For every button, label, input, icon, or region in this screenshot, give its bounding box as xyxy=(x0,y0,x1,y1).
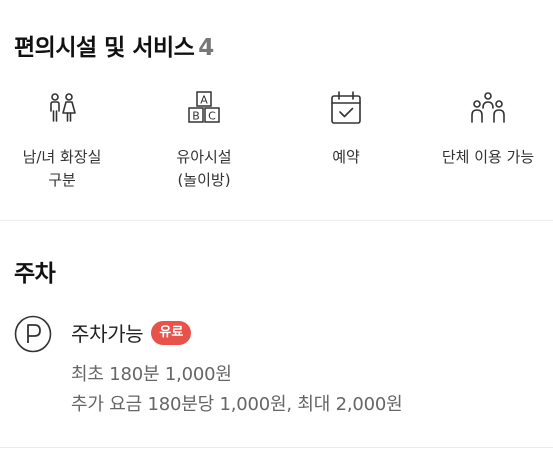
facilities-count: 4 xyxy=(198,35,214,61)
parking-fee-line: 최초 180분 1,000원 xyxy=(71,364,232,385)
facility-item-kids: A B C 유아시설 (놀이방) xyxy=(139,90,269,192)
facility-item-reservation: 예약 xyxy=(281,90,411,169)
svg-text:C: C xyxy=(208,110,216,123)
parking-status-row: 주차가능 유료 xyxy=(71,318,192,347)
parking-status: 주차가능 xyxy=(71,322,144,346)
calendar-check-icon xyxy=(331,91,361,124)
parking-section-title: 주차 xyxy=(14,261,56,287)
svg-text:A: A xyxy=(200,94,208,107)
facility-label: 예약 xyxy=(332,148,360,166)
facility-label-line2: 구분 xyxy=(48,171,76,189)
parking-icon xyxy=(14,315,52,353)
facility-label: 유아시설 (놀이방) xyxy=(139,146,269,192)
section-divider xyxy=(0,447,553,448)
facilities-section-title: 편의시설 및 서비스 4 xyxy=(14,28,214,62)
facility-label-line1: 남/녀 화장실 xyxy=(22,148,102,166)
section-divider xyxy=(0,220,553,221)
group-people-icon xyxy=(471,92,505,123)
kids-blocks-icon: A B C xyxy=(188,91,220,123)
facility-item-restroom: 남/녀 화장실구분 xyxy=(0,90,127,192)
restroom-icon xyxy=(50,93,76,122)
parking-fee-line: 추가 요금 180분당 1,000원, 최대 2,000원 xyxy=(71,394,403,415)
facility-label-line1: 유아시설 xyxy=(176,148,232,166)
facility-label-line2: (놀이방) xyxy=(177,171,231,189)
facility-label: 단체 이용 가능 xyxy=(441,148,535,166)
svg-text:B: B xyxy=(192,110,200,123)
paid-badge: 유료 xyxy=(151,320,192,345)
facilities-title-text: 편의시설 및 서비스 xyxy=(14,35,195,61)
facilities-list: 남/녀 화장실 구분 A B C 유아시설 (놀이방) 예약 단체 이용 가능 xyxy=(0,90,553,200)
facility-label: 남/녀 화장실구분 xyxy=(0,146,127,192)
facility-item-group: 단체 이용 가능 xyxy=(423,90,553,169)
